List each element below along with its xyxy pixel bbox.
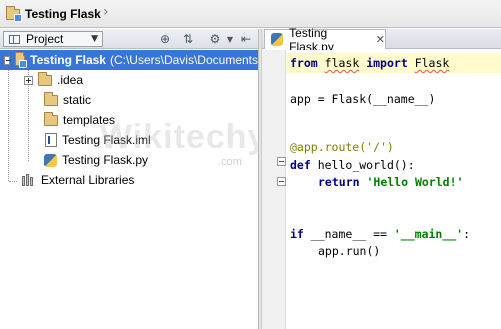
- iml-file-icon: [45, 133, 57, 147]
- code-editor[interactable]: from flask import Flask app = Flask(__na…: [262, 50, 501, 329]
- expand-toggle-icon[interactable]: [24, 75, 33, 85]
- python-file-icon: [271, 33, 284, 46]
- python-file-icon: [44, 153, 57, 167]
- project-toolbar: Project ▼ ⊕ ⇅ ⚙ ▼ ⇤: [0, 29, 258, 49]
- hide-panel-icon[interactable]: ⇤: [238, 31, 254, 47]
- folder-icon: [44, 111, 58, 126]
- tree-item-label: Testing Flask.iml: [62, 133, 151, 147]
- project-view-selector[interactable]: Project ▼: [3, 31, 103, 47]
- tree-item-label: External Libraries: [41, 173, 135, 187]
- code-line-11: if __name__ == '__main__':: [290, 227, 471, 241]
- tree-item-static[interactable]: static: [0, 90, 91, 110]
- project-tree: Testing Flask (C:\Users\Davis\Documents …: [0, 50, 258, 329]
- tree-item-label: .idea: [57, 73, 84, 87]
- editor-tab[interactable]: Testing Flask.py ✕: [264, 26, 386, 54]
- code-line-3: app = Flask(__name__): [290, 92, 436, 106]
- fold-marker-icon[interactable]: [277, 157, 286, 166]
- editor-gutter: [262, 50, 286, 329]
- target-icon[interactable]: ⊕: [157, 31, 173, 47]
- code-line-6: @app.route('/'): [290, 140, 394, 154]
- folder-icon: [38, 71, 52, 86]
- collapse-all-icon[interactable]: ⇅: [180, 31, 196, 47]
- gear-icon[interactable]: ⚙: [207, 31, 223, 47]
- tree-item-py-file[interactable]: Testing Flask.py: [0, 150, 148, 170]
- breadcrumb-project[interactable]: Testing Flask: [25, 7, 101, 21]
- gear-dropdown-icon[interactable]: ▼: [222, 31, 238, 47]
- tree-item-label: Testing Flask: [30, 53, 106, 67]
- folder-icon: [15, 51, 27, 68]
- collapse-toggle-icon[interactable]: [4, 55, 12, 65]
- tree-item-iml-file[interactable]: Testing Flask.iml: [0, 130, 151, 150]
- tree-item-label: templates: [63, 113, 116, 127]
- tree-item-path: (C:\Users\Davis\Documents: [109, 53, 258, 67]
- navigation-bar: Testing Flask ›: [0, 0, 501, 28]
- tree-item-idea[interactable]: .idea: [0, 70, 83, 90]
- code-line-12: app.run(): [318, 244, 381, 258]
- tree-item-external-libraries[interactable]: External Libraries: [0, 170, 134, 190]
- breadcrumb[interactable]: Testing Flask: [6, 5, 101, 23]
- close-icon[interactable]: ✕: [376, 33, 385, 46]
- breadcrumb-chevron-icon: ›: [103, 4, 109, 20]
- library-icon: [22, 174, 36, 186]
- folder-icon: [44, 91, 58, 106]
- code-line-7: def hello_world():: [290, 158, 415, 172]
- project-view-label: Project: [26, 32, 64, 46]
- tree-item-templates[interactable]: templates: [0, 110, 115, 130]
- project-pane-icon: [9, 34, 20, 44]
- code-line-8: return 'Hello World!': [318, 175, 464, 189]
- fold-end-marker-icon[interactable]: [277, 177, 286, 186]
- code-line-1: from flask import Flask: [290, 56, 450, 70]
- tree-item-project-root[interactable]: Testing Flask (C:\Users\Davis\Documents: [0, 50, 258, 70]
- chevron-down-icon: ▼: [91, 34, 98, 44]
- editor-tab-bar: Testing Flask.py ✕: [262, 26, 501, 54]
- folder-icon: [6, 5, 22, 22]
- tree-item-label: Testing Flask.py: [62, 153, 149, 167]
- tree-item-label: static: [63, 93, 92, 107]
